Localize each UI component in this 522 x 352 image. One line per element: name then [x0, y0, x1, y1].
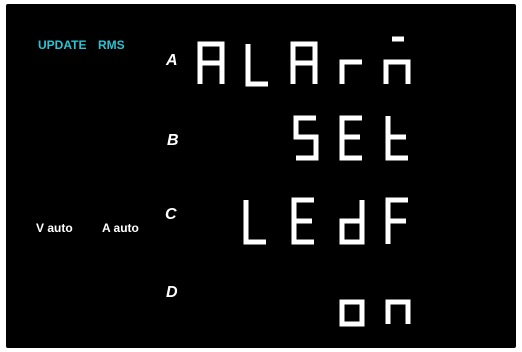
row-c-char-E: [291, 197, 314, 245]
row-b-char-S: [293, 115, 319, 161]
current-range-indicator: A auto: [102, 221, 139, 235]
row-a-label: A: [166, 52, 178, 69]
row-b-label: B: [167, 132, 179, 149]
row-c-display: [243, 197, 408, 245]
row-d-label: D: [166, 284, 178, 301]
row-c-char-d: [339, 200, 365, 245]
row-b-display: [293, 115, 408, 161]
row-b-char-E: [339, 115, 362, 161]
row-a-char-A: [197, 41, 225, 84]
row-a-char-m: [383, 59, 411, 84]
meter-display: UPDATE RMS V auto A auto A B C D: [6, 4, 516, 348]
row-a-display: [197, 36, 411, 87]
row-a-char-L: [245, 44, 268, 87]
row-d-char-n: [385, 299, 411, 324]
voltage-range-indicator: V auto: [36, 221, 73, 235]
row-c-char-F: [385, 197, 408, 244]
row-c-label: C: [165, 206, 177, 223]
row-d-display: [339, 299, 411, 327]
rms-indicator: RMS: [98, 38, 125, 52]
row-d-char-o: [339, 299, 365, 327]
row-c-char-L: [243, 200, 266, 245]
update-indicator: UPDATE: [38, 38, 87, 52]
row-a-char-r: [339, 59, 362, 84]
row-a-char-A2: [290, 41, 318, 84]
row-b-char-t: [385, 116, 408, 161]
